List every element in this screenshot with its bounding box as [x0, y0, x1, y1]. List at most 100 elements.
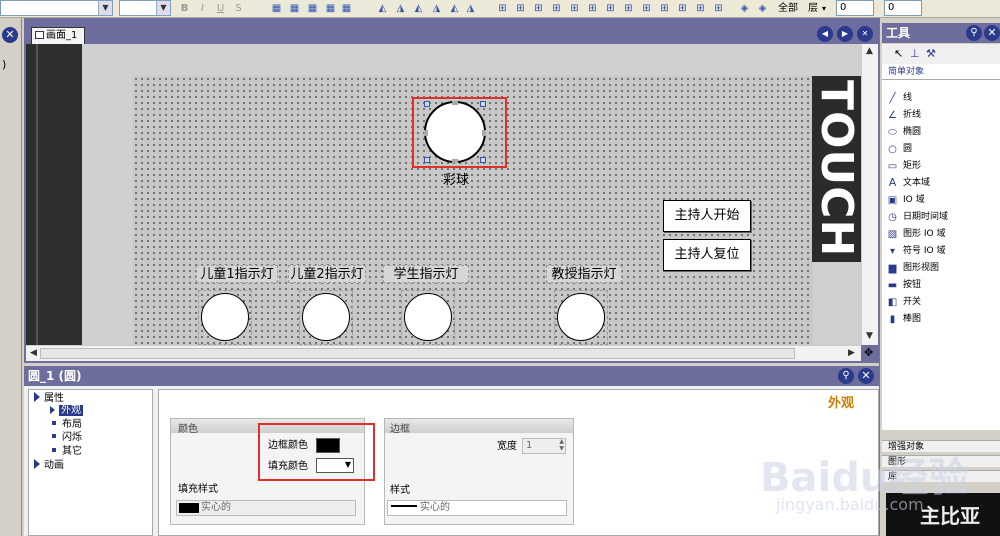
distribute-icon[interactable]: ⊞: [568, 2, 581, 15]
distribute-icon[interactable]: ⊞: [532, 2, 545, 15]
tool-item[interactable]: ○ 圆: [886, 143, 912, 155]
tools-category-simple[interactable]: 简单对象: [882, 64, 1000, 80]
distribute-icon[interactable]: ⊞: [712, 2, 725, 15]
scroll-left-icon[interactable]: ◀: [30, 348, 37, 358]
lamp-student[interactable]: [404, 293, 452, 341]
distribute-icon[interactable]: ⊞: [550, 2, 563, 15]
tool-item[interactable]: ▆ 图形视图: [886, 262, 939, 274]
chevron-down-icon[interactable]: ▾: [822, 2, 826, 15]
distribute-icon[interactable]: ⊞: [658, 2, 671, 15]
font-combo[interactable]: ▼: [0, 0, 113, 16]
scroll-right-icon[interactable]: ▶: [848, 348, 855, 358]
lamp-label-student[interactable]: 学生指示灯: [383, 265, 469, 283]
shape-icon[interactable]: ◮: [430, 2, 443, 15]
lamp-label-professor[interactable]: 教授指示灯: [546, 265, 622, 283]
distribute-icon[interactable]: ⊞: [496, 2, 509, 15]
resize-handle[interactable]: [482, 130, 486, 136]
lamp-child2[interactable]: [302, 293, 350, 341]
vertical-scrollbar[interactable]: ▲ ▼: [861, 44, 878, 345]
layer-all-label[interactable]: 全部: [778, 2, 798, 15]
align-icon[interactable]: ▦: [324, 2, 337, 15]
distribute-icon[interactable]: ⊞: [514, 2, 527, 15]
tool-item[interactable]: ▭ 矩形: [886, 160, 921, 172]
pointer-icon[interactable]: ↖: [894, 47, 903, 60]
layer-spin-2[interactable]: 0: [884, 0, 922, 16]
move-icon[interactable]: ✥: [864, 346, 873, 359]
chevron-down-icon[interactable]: ▼: [156, 1, 170, 15]
tool-item[interactable]: ∠ 折线: [886, 109, 921, 121]
distribute-icon[interactable]: ⊞: [676, 2, 689, 15]
tool-item[interactable]: ◷ 日期时间域: [886, 211, 948, 223]
close-icon[interactable]: ✕: [2, 27, 18, 43]
underline-icon[interactable]: U: [214, 2, 227, 15]
border-style-field[interactable]: 实心的: [387, 500, 567, 516]
distribute-icon[interactable]: ⊞: [694, 2, 707, 15]
tab-screen-1[interactable]: 画面_1: [31, 27, 85, 44]
shape-icon[interactable]: ◮: [464, 2, 477, 15]
resize-handle[interactable]: [480, 101, 486, 107]
close-icon[interactable]: ✕: [984, 25, 1000, 41]
align-icon[interactable]: ▦: [306, 2, 319, 15]
tool-item[interactable]: ▧ 图形 IO 域: [886, 228, 946, 240]
tool-item[interactable]: ╱ 线: [886, 92, 912, 104]
ball-circle[interactable]: [424, 101, 486, 163]
size-combo[interactable]: ▼: [119, 0, 171, 16]
shape-icon[interactable]: ◭: [412, 2, 425, 15]
tool-item[interactable]: ◧ 开关: [886, 296, 921, 308]
tree-item-properties[interactable]: 属性: [34, 392, 64, 405]
layer-icon[interactable]: ◈: [756, 2, 769, 15]
shape-icon[interactable]: ◮: [394, 2, 407, 15]
align-icon[interactable]: ▦: [340, 2, 353, 15]
bold-icon[interactable]: B: [178, 2, 191, 15]
strike-icon[interactable]: S: [232, 2, 245, 15]
tool-item[interactable]: ▮ 棒图: [886, 313, 921, 325]
tool-item[interactable]: ⬭ 椭圆: [886, 126, 921, 138]
tool-icon[interactable]: ⚒: [926, 47, 936, 60]
tree-item-appearance[interactable]: 外观: [50, 405, 83, 417]
resize-handle[interactable]: [424, 101, 430, 107]
tree-item-animation[interactable]: 动画: [34, 459, 64, 472]
host-start-button[interactable]: 主持人开始: [663, 200, 751, 232]
layer-spin-1[interactable]: 0: [836, 0, 874, 16]
scroll-thumb[interactable]: [40, 348, 795, 359]
align-icon[interactable]: ▦: [270, 2, 283, 15]
chevron-down-icon[interactable]: ▼: [98, 1, 112, 15]
resize-handle[interactable]: [424, 130, 428, 136]
tool-item[interactable]: ▾ 符号 IO 域: [886, 245, 945, 257]
tool-item[interactable]: ▬ 按钮: [886, 279, 921, 291]
tree-item-layout[interactable]: 布局: [52, 419, 82, 431]
lamp-label-child2[interactable]: 儿童2指示灯: [288, 265, 366, 283]
pin-icon[interactable]: ⚲: [838, 368, 854, 384]
resize-handle[interactable]: [452, 159, 458, 163]
resize-handle[interactable]: [452, 101, 458, 105]
distribute-icon[interactable]: ⊞: [604, 2, 617, 15]
tree-item-flash[interactable]: 闪烁: [52, 432, 82, 444]
italic-icon[interactable]: I: [196, 2, 209, 15]
shape-icon[interactable]: ◭: [448, 2, 461, 15]
rotate-icon[interactable]: ⊥: [910, 47, 920, 60]
resize-handle[interactable]: [424, 157, 430, 163]
resize-handle[interactable]: [480, 157, 486, 163]
lamp-label-child1[interactable]: 儿童1指示灯: [196, 265, 278, 283]
lamp-child1[interactable]: [201, 293, 249, 341]
fill-style-field[interactable]: 实心的: [176, 500, 356, 516]
shape-icon[interactable]: ◭: [376, 2, 389, 15]
tree-item-other[interactable]: 其它: [52, 446, 82, 458]
tool-item[interactable]: ▣ IO 域: [886, 194, 925, 206]
close-icon[interactable]: ✕: [858, 368, 874, 384]
lamp-professor[interactable]: [557, 293, 605, 341]
nav-next-icon[interactable]: ▶: [837, 26, 853, 42]
width-spinner[interactable]: 1 ▲ ▼: [522, 438, 566, 454]
host-reset-button[interactable]: 主持人复位: [663, 239, 751, 271]
scroll-down-icon[interactable]: ▼: [866, 331, 873, 341]
distribute-icon[interactable]: ⊞: [640, 2, 653, 15]
ball-label[interactable]: 彩球: [440, 172, 472, 189]
spin-arrows-icon[interactable]: ▲ ▼: [559, 438, 564, 452]
scroll-up-icon[interactable]: ▲: [866, 46, 873, 56]
close-icon[interactable]: ✕: [857, 26, 873, 42]
align-icon[interactable]: ▦: [288, 2, 301, 15]
tool-item[interactable]: A 文本域: [886, 177, 930, 189]
nav-prev-icon[interactable]: ◀: [817, 26, 833, 42]
distribute-icon[interactable]: ⊞: [622, 2, 635, 15]
distribute-icon[interactable]: ⊞: [586, 2, 599, 15]
